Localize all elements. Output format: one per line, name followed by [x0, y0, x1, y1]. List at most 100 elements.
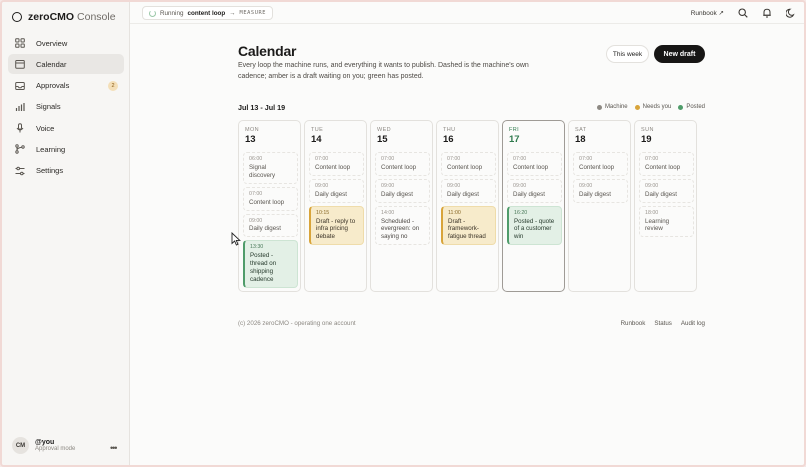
approvals-count-badge: 2 [108, 80, 118, 91]
day-number: 16 [443, 134, 454, 145]
event-card-machine[interactable]: 07:00 Content loop [243, 186, 298, 211]
event-time: 09:00 [315, 182, 329, 189]
status-phase: MEASURE [239, 10, 267, 16]
brand[interactable]: zeroCMO Console [12, 11, 116, 23]
day-column-mon[interactable]: MON 13 06:00 Signal discovery 07:00 Content l… [238, 120, 301, 292]
sliders-icon [14, 166, 25, 176]
event-card-machine[interactable]: 09:00 Daily digest [441, 178, 496, 203]
spinner-icon [149, 9, 156, 17]
event-card-machine[interactable]: 09:00 Daily digest [309, 178, 364, 203]
legend: Machine Needs you Posted [596, 104, 705, 110]
day-column-tue[interactable]: TUE 14 07:00 Content loop 09:00 Daily digest 1… [304, 120, 367, 292]
event-card-posted[interactable]: 16:20 Posted - quote of a customer win [507, 205, 562, 246]
user-profile[interactable]: CM @you Approval mode [12, 437, 75, 454]
event-label: Daily digest [645, 190, 677, 198]
sidebar-item-overview[interactable]: Overview [8, 33, 124, 53]
day-number: 14 [311, 134, 322, 145]
event-label: Content loop [249, 198, 285, 206]
new-draft-button[interactable]: New draft [654, 45, 705, 63]
legend-label: Machine [604, 104, 628, 110]
event-card-machine[interactable]: 06:00 Signal discovery [243, 152, 298, 184]
event-time: 07:00 [249, 190, 263, 197]
sidebar-item-label: Learning [36, 144, 66, 154]
branch-icon [14, 144, 25, 155]
day-column-sat[interactable]: SAT 18 07:00 Content loop 09:00 Daily digest [568, 120, 631, 292]
event-card-machine[interactable]: 09:00 Daily digest [639, 178, 694, 203]
day-name: SAT [575, 127, 587, 133]
event-card-machine[interactable]: 07:00 Content loop [375, 152, 430, 176]
day-column-thu[interactable]: THU 16 07:00 Content loop 09:00 Daily digest 1… [436, 120, 499, 292]
top-actions: Runbook ↗ [691, 7, 796, 18]
calendar-icon [14, 59, 25, 70]
event-time: 13:30 [250, 244, 264, 251]
event-card-draft[interactable]: 11:00 Draft - framework-fatigue thread [441, 205, 496, 246]
event-card-machine[interactable]: 07:00 Content loop [309, 152, 364, 176]
footer-links: Runbook Status Audit log [621, 320, 705, 327]
sidebar-item-label: Voice [36, 123, 55, 133]
event-time: 07:00 [315, 156, 329, 162]
runbook-link[interactable]: Runbook ↗ [691, 9, 724, 17]
sidebar-item-voice[interactable]: Voice [8, 118, 124, 138]
page-description: Every loop the machine runs, and everyth… [238, 62, 529, 80]
event-card-machine[interactable]: 07:00 Content loop [507, 152, 562, 176]
sidebar-item-settings[interactable]: Settings [8, 161, 124, 181]
more-options-icon[interactable]: ••• [110, 443, 118, 453]
sidebar: zeroCMO Console Overview Calendar Approv… [2, 2, 130, 465]
this-week-button[interactable]: This week [606, 45, 649, 63]
footer-copyright: (c) 2026 zeroCMO - operating one account [238, 320, 356, 327]
brand-name: zeroCMO [28, 11, 75, 23]
event-label: Posted - quote of a customer win [514, 217, 555, 241]
event-time: 16:20 [514, 209, 528, 216]
event-card-machine[interactable]: 09:00 Daily digest [507, 178, 562, 203]
day-column-sun[interactable]: SUN 19 07:00 Content loop 09:00 Daily digest 1… [634, 120, 697, 292]
event-time: 14:00 [381, 209, 395, 216]
sidebar-item-approvals[interactable]: Approvals 2 [8, 76, 124, 96]
legend-label: Needs you [642, 104, 672, 110]
event-label: Posted - thread on shipping cadence [250, 252, 277, 283]
user-name: @you [35, 439, 55, 446]
footer-link-runbook[interactable]: Runbook [621, 320, 646, 327]
bell-icon[interactable] [761, 7, 772, 18]
day-column-fri[interactable]: FRI 17 07:00 Content loop 09:00 Daily digest 1… [502, 120, 565, 292]
day-number: 15 [377, 134, 388, 145]
status-loop-name: content loop [187, 9, 226, 17]
event-time: 09:00 [381, 182, 395, 189]
bar-chart-icon [14, 102, 25, 112]
event-card-machine[interactable]: 07:00 Content loop [573, 152, 628, 176]
event-label: Learning review [645, 217, 670, 233]
event-time: 09:00 [249, 217, 263, 224]
grid-icon [14, 38, 25, 48]
event-card-machine[interactable]: 07:00 Content loop [639, 152, 694, 176]
day-name: FRI [509, 127, 520, 133]
event-card-scheduled[interactable]: 14:00 Scheduled - evergreen: on saying no [375, 205, 430, 246]
sidebar-item-label: Approvals [36, 81, 70, 91]
posted-dot-icon [678, 104, 684, 110]
search-icon[interactable] [737, 7, 748, 18]
event-label: Content loop [579, 163, 615, 171]
event-card-draft[interactable]: 10:15 Draft - reply to infra pricing deba… [309, 205, 364, 246]
event-time: 07:00 [579, 156, 593, 162]
event-card-machine[interactable]: 09:00 Daily digest [573, 178, 628, 203]
legend-needs-you: Needs you [634, 104, 672, 110]
microphone-icon [14, 123, 25, 133]
day-column-wed[interactable]: WED 15 07:00 Content loop 09:00 Daily digest 1… [370, 120, 433, 292]
status-separator: → [229, 9, 236, 17]
event-time: 09:00 [579, 182, 593, 189]
status-prefix: Running [160, 9, 184, 17]
sidebar-item-calendar[interactable]: Calendar [8, 54, 124, 75]
sidebar-item-learning[interactable]: Learning [8, 139, 124, 159]
event-time: 07:00 [513, 156, 527, 162]
event-label: Daily digest [249, 225, 281, 233]
legend-posted: Posted [678, 104, 705, 110]
footer-link-audit-log[interactable]: Audit log [681, 320, 705, 327]
event-card-machine[interactable]: 07:00 Content loop [441, 152, 496, 176]
sidebar-item-signals[interactable]: Signals [8, 97, 124, 117]
moon-icon[interactable] [785, 7, 796, 18]
event-card-posted[interactable]: 13:30 Posted - thread on shipping cadence [243, 240, 298, 288]
event-card-machine[interactable]: 09:00 Daily digest [243, 213, 298, 238]
event-card-machine[interactable]: 09:00 Daily digest [375, 178, 430, 203]
footer-link-status[interactable]: Status [654, 320, 672, 327]
loop-status-pill[interactable]: Running content loop → MEASURE [142, 6, 274, 20]
event-card-machine[interactable]: 18:00 Learning review [639, 205, 694, 238]
needs-you-dot-icon [634, 104, 640, 110]
